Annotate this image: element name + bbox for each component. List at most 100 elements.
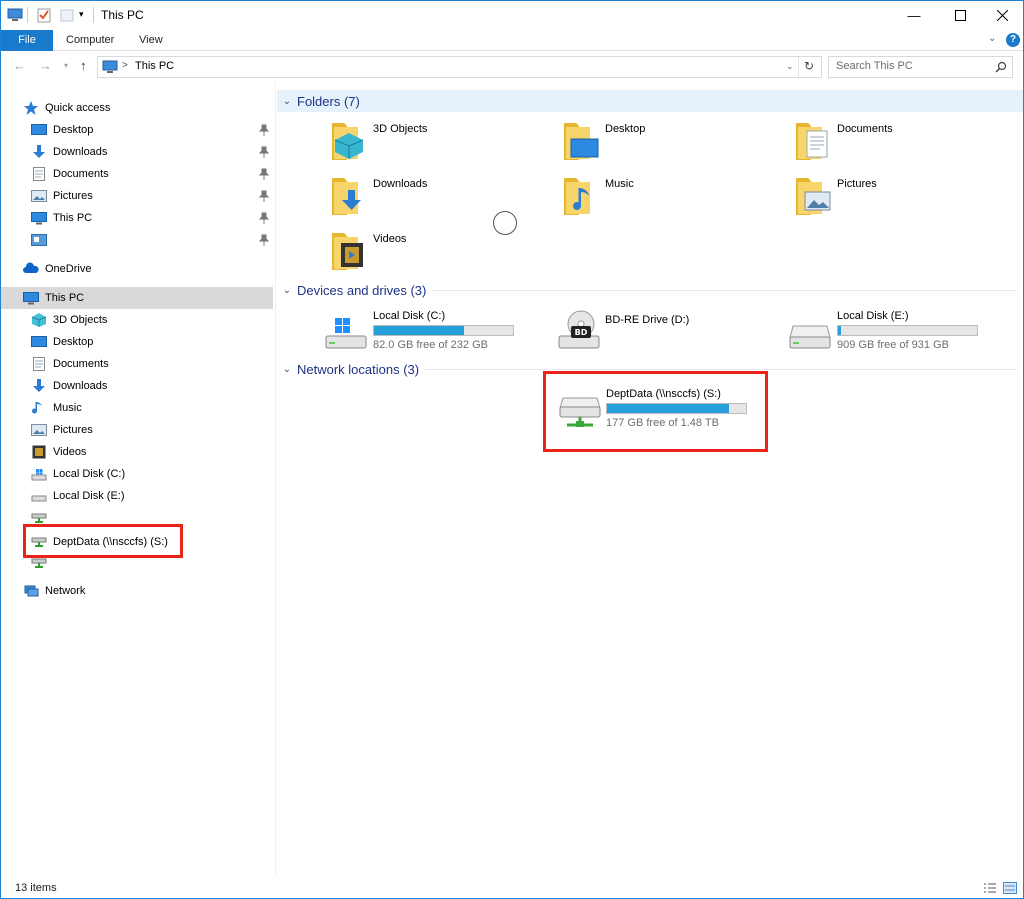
breadcrumb-separator[interactable]: > (122, 60, 128, 71)
pin-icon[interactable] (259, 168, 269, 180)
nav-3d-objects[interactable]: 3D Objects (1, 309, 273, 331)
folder-tile-documents[interactable]: Documents (795, 119, 893, 161)
content-pane: ⌄ Folders (7) 3D Objects Desktop Documen… (277, 82, 1023, 877)
properties-icon[interactable] (37, 8, 51, 23)
nav-label: 3D Objects (53, 314, 108, 326)
search-icon[interactable] (995, 61, 1007, 73)
nav-label: Videos (53, 446, 87, 458)
tile-label: Desktop (605, 123, 646, 135)
drive-name: Local Disk (E:) (837, 310, 909, 322)
up-arrow-icon[interactable]: ↑ (80, 58, 87, 73)
nav-label: Documents (53, 168, 109, 180)
folder-tile-3d-objects[interactable]: 3D Objects (331, 119, 427, 161)
nav-label: This PC (45, 292, 85, 304)
pane-splitter[interactable] (275, 82, 276, 877)
details-view-icon[interactable] (983, 882, 997, 894)
nav-local-disk-c[interactable]: Local Disk (C:) (1, 463, 273, 485)
item-count: 13 items (15, 882, 57, 894)
group-header-folders[interactable]: ⌄ Folders (7) (277, 90, 1023, 112)
collapse-chevron-icon[interactable]: ⌄ (277, 364, 297, 375)
nav-onedrive[interactable]: OneDrive (1, 258, 273, 280)
folder-tile-downloads[interactable]: Downloads (331, 174, 427, 216)
download-arrow-icon (33, 379, 45, 392)
large-icons-view-icon[interactable] (1003, 882, 1017, 894)
separator (93, 7, 94, 23)
folder-tile-desktop[interactable]: Desktop (563, 119, 645, 161)
breadcrumb-this-pc[interactable]: This PC (135, 60, 174, 72)
nav-local-disk-e[interactable]: Local Disk (E:) (1, 485, 273, 507)
nav-quick-pictures[interactable]: Pictures (1, 185, 273, 207)
pin-icon[interactable] (259, 124, 269, 136)
drive-usage-bar (837, 325, 978, 336)
nav-label: Pictures (53, 424, 93, 436)
hard-drive-icon (31, 495, 47, 502)
address-bar[interactable]: > This PC ⌄ ↻ (97, 56, 822, 78)
nav-this-pc[interactable]: This PC (1, 287, 273, 309)
drive-tile-bd-re-d[interactable]: BD BD-RE Drive (D:) (557, 310, 757, 354)
folder-downloads-icon (332, 178, 361, 215)
nav-pictures[interactable]: Pictures (1, 419, 273, 441)
nav-quick-this-pc[interactable]: This PC (1, 207, 273, 229)
network-icon (24, 585, 39, 597)
help-icon[interactable]: ? (1006, 33, 1020, 47)
nav-documents[interactable]: Documents (1, 353, 273, 375)
nav-videos[interactable]: Videos (1, 441, 273, 463)
folder-3d-objects-icon (332, 123, 364, 160)
music-note-icon (32, 402, 42, 414)
search-input[interactable]: Search This PC (828, 56, 1013, 78)
optical-drive-icon: BD (558, 310, 600, 349)
folder-tile-pictures[interactable]: Pictures (795, 174, 877, 216)
nav-desktop[interactable]: Desktop (1, 331, 273, 353)
folder-tile-music[interactable]: Music (563, 174, 634, 216)
pin-icon[interactable] (259, 190, 269, 202)
nav-label: Downloads (53, 380, 108, 392)
nav-network[interactable]: Network (1, 580, 273, 602)
drive-tile-local-disk-e[interactable]: Local Disk (E:) 909 GB free of 931 GB (789, 310, 989, 354)
folder-videos-icon (332, 233, 363, 270)
nav-quick-unnamed[interactable] (1, 229, 273, 251)
nav-quick-downloads[interactable]: Downloads (1, 141, 273, 163)
drive-free-space: 909 GB free of 931 GB (837, 339, 949, 351)
drive-usage-bar (373, 325, 514, 336)
computer-icon (31, 212, 47, 225)
minimize-button[interactable]: — (891, 1, 937, 30)
customize-toolbar-chevron-icon[interactable]: ▾ (79, 9, 84, 20)
folder-documents-icon (796, 123, 828, 160)
new-folder-icon[interactable] (60, 8, 74, 23)
recent-locations-chevron-icon[interactable]: ▾ (64, 61, 68, 70)
maximize-button[interactable] (937, 1, 983, 30)
computer-icon[interactable] (7, 8, 23, 22)
pin-icon[interactable] (259, 146, 269, 158)
drive-tile-local-disk-c[interactable]: Local Disk (C:) 82.0 GB free of 232 GB (325, 310, 525, 354)
folder-tile-videos[interactable]: Videos (331, 229, 406, 271)
cube-icon (31, 313, 47, 327)
group-header-devices[interactable]: ⌄ Devices and drives (3) (277, 279, 1023, 301)
nav-downloads[interactable]: Downloads (1, 375, 273, 397)
nav-quick-access[interactable]: Quick access (1, 97, 273, 119)
tile-label: Documents (837, 123, 893, 135)
busy-cursor-icon (493, 211, 517, 235)
pin-icon[interactable] (259, 234, 269, 246)
folder-desktop-icon (564, 123, 599, 160)
pin-icon[interactable] (259, 212, 269, 224)
refresh-icon[interactable]: ↻ (804, 59, 814, 73)
forward-arrow-icon[interactable]: → (39, 58, 52, 73)
back-arrow-icon[interactable]: ← (13, 58, 26, 73)
nav-quick-desktop[interactable]: Desktop (1, 119, 273, 141)
nav-label: This PC (53, 212, 93, 224)
expand-ribbon-icon[interactable]: ⌄ (988, 33, 996, 44)
star-icon (24, 101, 38, 115)
nav-music[interactable]: Music (1, 397, 273, 419)
collapse-chevron-icon[interactable]: ⌄ (277, 96, 297, 107)
tab-view[interactable]: View (127, 30, 175, 51)
nav-label: OneDrive (45, 263, 92, 275)
address-dropdown-chevron-icon[interactable]: ⌄ (786, 61, 794, 72)
nav-quick-documents[interactable]: Documents (1, 163, 273, 185)
close-button[interactable] (979, 1, 1024, 30)
minimize-icon: — (907, 8, 921, 23)
tab-file[interactable]: File (1, 30, 53, 51)
nav-label: Music (53, 402, 82, 414)
collapse-chevron-icon[interactable]: ⌄ (277, 285, 297, 296)
separator (27, 7, 28, 23)
tab-computer[interactable]: Computer (54, 30, 126, 51)
